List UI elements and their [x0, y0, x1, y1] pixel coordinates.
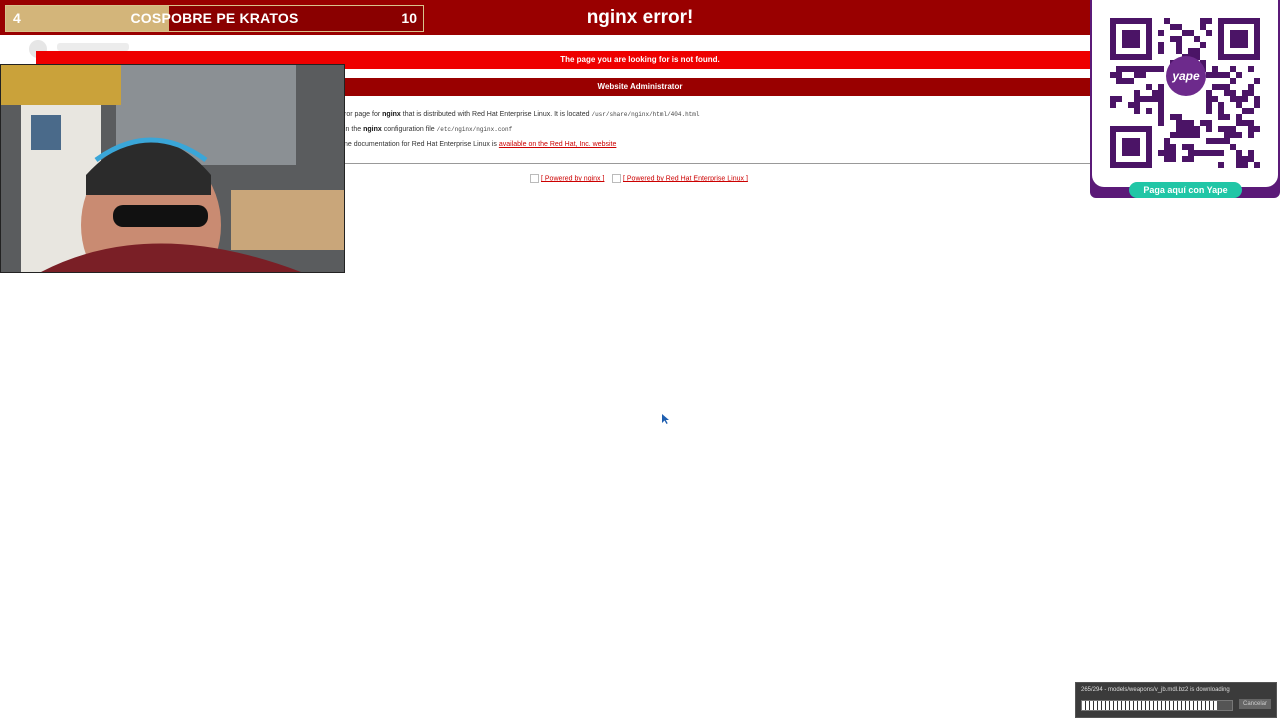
line2-bold: nginx: [363, 126, 382, 133]
broken-image-icon: [530, 174, 539, 183]
scoreboard: 4 COSPOBRE PE KRATOS 10: [5, 5, 424, 32]
cancel-download-button[interactable]: Cancelar: [1239, 699, 1271, 709]
download-message: 265/294 - models/weapons/v_jb.mdl.bz2 is…: [1081, 687, 1230, 693]
mouse-cursor-icon: [662, 414, 669, 424]
score-right: 10: [401, 10, 417, 26]
line3-text: ne documentation for Red Hat Enterprise …: [344, 141, 499, 148]
line1-bold: nginx: [382, 111, 401, 118]
powered-rhel-label: [ Powered by Red Hat Enterprise Linux ]: [623, 175, 748, 183]
powered-by-rhel-link[interactable]: [ Powered by Red Hat Enterprise Linux ]: [612, 174, 748, 183]
redhat-docs-link[interactable]: available on the Red Hat, Inc. website: [499, 141, 617, 148]
content-line-config: in the nginx configuration file /etc/ngi…: [344, 126, 512, 133]
download-progress-fill: [1082, 701, 1217, 710]
content-line-docs: ne documentation for Red Hat Enterprise …: [344, 141, 616, 148]
download-progress-bar: [1081, 700, 1233, 711]
line1-text: ror page for: [344, 111, 383, 118]
powered-nginx-label: [ Powered by nginx ]: [541, 175, 605, 183]
loading-text-placeholder: [57, 43, 129, 51]
line2-mid: configuration file: [381, 126, 437, 133]
line2-path: /etc/nginx/nginx.conf: [436, 126, 513, 133]
powered-by-nginx-link[interactable]: [ Powered by nginx ]: [530, 174, 604, 183]
admin-heading: Website Administrator: [597, 82, 683, 91]
download-notification: 265/294 - models/weapons/v_jb.mdl.bz2 is…: [1075, 682, 1277, 718]
yape-logo: yape: [1166, 56, 1206, 96]
line2-text: in the: [344, 126, 364, 133]
webcam-image: [1, 65, 344, 272]
webcam-feed: [0, 64, 345, 273]
content-line-location: ror page for nginx that is distributed w…: [344, 111, 700, 118]
line1-mid: that is distributed with Red Hat Enterpr…: [400, 111, 592, 118]
pay-with-yape-label: Paga aquí con Yape: [1129, 182, 1242, 198]
line1-path: /usr/share/nginx/html/404.html: [591, 111, 700, 118]
score-title: COSPOBRE PE KRATOS: [130, 10, 299, 26]
divider: [344, 163, 1090, 164]
broken-image-icon: [612, 174, 621, 183]
